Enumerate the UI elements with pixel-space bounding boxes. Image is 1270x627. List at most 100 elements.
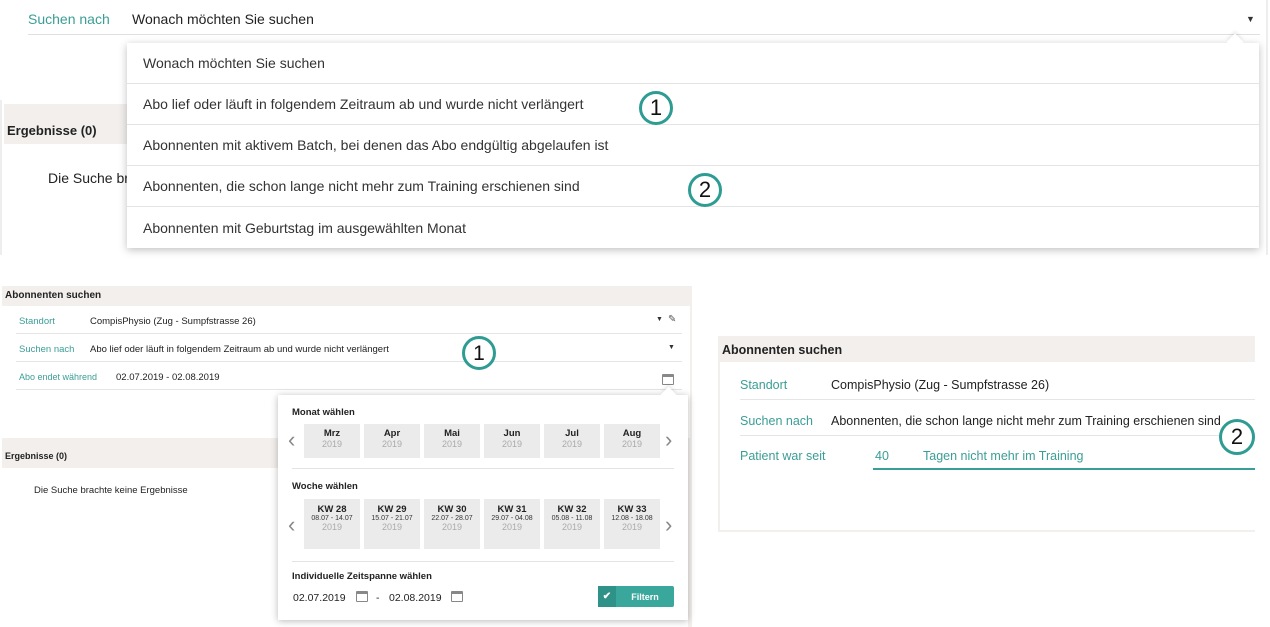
month-tile[interactable]: Mai 2019	[424, 424, 480, 458]
month-tile[interactable]: Aug 2019	[604, 424, 660, 458]
panel-header	[2, 286, 692, 306]
step-marker-1: 1	[639, 91, 673, 125]
week-name: KW 32	[557, 504, 587, 515]
standort-select[interactable]: CompisPhysio (Zug - Sumpfstrasse 26)	[831, 378, 1049, 392]
search-label: Suchen nach	[740, 414, 813, 428]
custom-range-heading: Individuelle Zeitspanne wählen	[292, 571, 432, 582]
week-year: 2019	[501, 522, 523, 532]
dropdown-option[interactable]: Abonnenten mit aktivem Batch, bei denen …	[127, 125, 1259, 166]
week-year: 2019	[621, 522, 643, 532]
dropdown-option[interactable]: Abonnenten mit Geburtstag im ausgewählte…	[127, 207, 1259, 248]
week-year: 2019	[561, 522, 583, 532]
month-tile[interactable]: Apr 2019	[364, 424, 420, 458]
week-range: 05.08 - 11.08	[551, 515, 593, 522]
month-tile[interactable]: Mrz 2019	[304, 424, 360, 458]
calendar-icon[interactable]	[662, 374, 674, 385]
standort-row: Standort CompisPhysio (Zug - Sumpfstrass…	[16, 306, 682, 334]
filter-button[interactable]: ✔ Filtern	[598, 586, 674, 607]
chevron-right-icon[interactable]: ›	[665, 429, 672, 451]
week-name: KW 28	[317, 504, 347, 515]
abo-label: Abo endet während	[19, 372, 98, 382]
panel-title: Abonnenten suchen	[722, 343, 843, 357]
empty-results-text: Die Suche brachte keine Ergebnisse	[34, 485, 188, 496]
pencil-icon[interactable]: ✎	[668, 314, 676, 325]
calendar-icon[interactable]	[451, 591, 463, 602]
calendar-icon[interactable]	[356, 591, 368, 602]
chevron-right-icon[interactable]: ›	[665, 514, 672, 536]
dropdown-option[interactable]: Abo lief oder läuft in folgendem Zeitrau…	[127, 84, 1259, 125]
month-year: 2019	[501, 439, 523, 449]
month-name: Jun	[503, 428, 521, 439]
search-row: Suchen nach Abonnenten, die schon lange …	[740, 401, 1255, 436]
week-year: 2019	[441, 522, 463, 532]
week-heading: Woche wählen	[292, 481, 358, 492]
date-separator: -	[376, 592, 380, 604]
from-date-input[interactable]: 02.07.2019	[293, 592, 346, 604]
month-year: 2019	[441, 439, 463, 449]
week-tile[interactable]: KW 28 08.07 - 14.07 2019	[304, 499, 360, 549]
week-name: KW 29	[377, 504, 407, 515]
dropdown-option[interactable]: Wonach möchten Sie suchen	[127, 43, 1259, 84]
month-year: 2019	[621, 439, 643, 449]
search-label: Suchen nach	[19, 344, 75, 355]
step-marker-2: 2	[688, 173, 722, 207]
month-name: Mrz	[323, 428, 341, 439]
month-year: 2019	[381, 439, 403, 449]
search-select[interactable]: Abo lief oder läuft in folgendem Zeitrau…	[90, 344, 389, 355]
results-title: Ergebnisse (0)	[5, 451, 68, 461]
abo-row: Abo endet während 02.07.2019 - 02.08.201…	[16, 362, 682, 390]
divider	[292, 561, 674, 562]
divider	[292, 468, 674, 469]
search-dropdown: Wonach möchten Sie suchen Abo lief oder …	[127, 43, 1259, 248]
search-select[interactable]: Wonach möchten Sie suchen	[132, 11, 314, 27]
week-year: 2019	[321, 522, 343, 532]
search-select[interactable]: Abonnenten, die schon lange nicht mehr z…	[831, 414, 1221, 428]
caret-down-icon[interactable]: ▼	[656, 316, 663, 323]
week-tile[interactable]: KW 33 12.08 - 18.08 2019	[604, 499, 660, 549]
month-tile[interactable]: Jun 2019	[484, 424, 540, 458]
week-range: 29.07 - 04.08	[491, 515, 533, 522]
check-icon: ✔	[598, 586, 616, 607]
search-label: Suchen nach	[28, 11, 110, 27]
standort-label: Standort	[740, 378, 788, 392]
abo-date-range[interactable]: 02.07.2019 - 02.08.2019	[116, 372, 220, 383]
month-tile[interactable]: Jul 2019	[544, 424, 600, 458]
month-heading: Monat wählen	[292, 407, 355, 418]
week-year: 2019	[381, 522, 403, 532]
week-name: KW 30	[437, 504, 467, 515]
results-title: Ergebnisse (0)	[7, 123, 97, 138]
days-suffix: Tagen nicht mehr im Training	[923, 449, 1084, 463]
filter-button-label: Filtern	[631, 591, 659, 602]
week-tile[interactable]: KW 31 29.07 - 04.08 2019	[484, 499, 540, 549]
input-underline	[873, 468, 1255, 470]
patient-label: Patient war seit	[740, 449, 826, 463]
standort-label: Standort	[19, 316, 55, 327]
month-year: 2019	[321, 439, 343, 449]
week-range: 15.07 - 21.07	[371, 515, 413, 522]
month-name: Jul	[565, 428, 579, 439]
step-marker-1: 1	[462, 336, 496, 370]
week-tile[interactable]: KW 32 05.08 - 11.08 2019	[544, 499, 600, 549]
chevron-left-icon[interactable]: ‹	[288, 429, 295, 451]
caret-down-icon[interactable]: ▼	[668, 344, 675, 351]
standort-row: Standort CompisPhysio (Zug - Sumpfstrass…	[740, 365, 1255, 400]
panel-edge	[0, 100, 2, 255]
week-tile[interactable]: KW 29 15.07 - 21.07 2019	[364, 499, 420, 549]
week-range: 12.08 - 18.08	[611, 515, 653, 522]
month-name: Apr	[383, 428, 401, 439]
standort-select[interactable]: CompisPhysio (Zug - Sumpfstrasse 26)	[90, 316, 256, 327]
search-row: Suchen nach Abo lief oder läuft in folge…	[16, 334, 682, 362]
chevron-left-icon[interactable]: ‹	[288, 514, 295, 536]
panel-edge	[688, 438, 692, 627]
month-name: Aug	[622, 428, 642, 439]
to-date-input[interactable]: 02.08.2019	[389, 592, 442, 604]
month-year: 2019	[561, 439, 583, 449]
week-tile[interactable]: KW 30 22.07 - 28.07 2019	[424, 499, 480, 549]
week-name: KW 33	[617, 504, 647, 515]
days-input[interactable]: 40	[875, 449, 889, 463]
step-marker-2: 2	[1219, 419, 1255, 455]
panel-title: Abonnenten suchen	[5, 290, 102, 301]
date-range-popup: Monat wählen ‹ Mrz 2019 Apr 2019 Mai 201…	[278, 395, 688, 620]
caret-down-icon[interactable]: ▼	[1246, 14, 1255, 24]
week-range: 08.07 - 14.07	[311, 515, 353, 522]
